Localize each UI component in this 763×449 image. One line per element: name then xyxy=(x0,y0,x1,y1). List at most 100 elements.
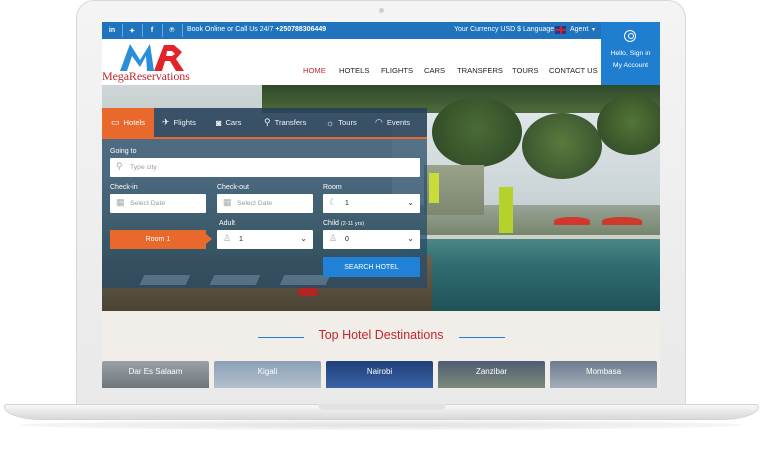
hero-tree xyxy=(432,97,522,167)
child-value: 0 xyxy=(345,236,349,243)
destination-card-zanzibar[interactable]: Zanzibar xyxy=(438,361,545,388)
top-bar: in ✦ f ℗ Book Online or Call Us 24/7 +25… xyxy=(102,22,660,39)
checkin-placeholder: Select Date xyxy=(130,200,166,207)
destination-name: Zanzibar xyxy=(475,367,508,376)
tab-transfers[interactable]: ⚲ Transfers xyxy=(264,108,324,137)
search-tabs: ▭ Hotels ✈ Flights ◙ Cars ⚲ Transfers ☼ … xyxy=(102,108,427,137)
tab-label: Events xyxy=(386,118,411,127)
child-age-note: (2-11 yrs) xyxy=(340,221,365,227)
hero-wall xyxy=(499,187,513,233)
twitter-icon[interactable]: ✦ xyxy=(122,22,142,39)
user-icon xyxy=(624,30,636,42)
nav-hotels[interactable]: HOTELS xyxy=(339,66,369,75)
child-select[interactable]: ♙ 0 ⌄ xyxy=(323,230,420,249)
currency-selector[interactable]: Your Currency USD $ xyxy=(454,26,521,33)
facebook-icon[interactable]: f xyxy=(142,22,162,39)
logo-text[interactable]: MegaReservations xyxy=(102,69,190,84)
title-line-right xyxy=(459,337,505,338)
checkout-label: Check-out xyxy=(217,184,249,191)
account-greeting: Hello, Sign in xyxy=(610,50,651,57)
tab-events[interactable]: ◠ Events xyxy=(375,108,425,137)
chevron-down-icon: ⌄ xyxy=(407,234,414,243)
linkedin-icon[interactable]: in xyxy=(102,22,122,39)
site-header: MegaReservations HOME HOTELS FLIGHTS CAR… xyxy=(102,39,660,85)
call-text: Book Online or Call Us 24/7 xyxy=(187,26,274,33)
tab-label: Cars xyxy=(225,118,242,127)
tour-icon: ☼ xyxy=(326,117,335,128)
calendar-icon: ▦ xyxy=(223,197,232,207)
nav-home[interactable]: HOME xyxy=(303,66,326,75)
hero-wall xyxy=(429,173,439,203)
destination-name: Nairobi xyxy=(366,367,393,376)
destination-name: Dar Es Salaam xyxy=(128,367,183,376)
hero-umbrella xyxy=(554,217,590,225)
language-selector[interactable]: Language xyxy=(523,26,554,33)
tab-underline xyxy=(102,137,427,139)
checkin-label: Check-in xyxy=(110,184,138,191)
divider xyxy=(182,24,183,37)
laptop-notch xyxy=(318,404,446,410)
checkout-date-input[interactable]: ▦ Select Date xyxy=(217,194,313,213)
hero-tree xyxy=(597,95,660,155)
tab-cars[interactable]: ◙ Cars xyxy=(216,108,256,137)
room-value: 1 xyxy=(345,200,349,207)
location-pin-icon: ⚲ xyxy=(116,161,123,171)
agent-menu[interactable]: Agent xyxy=(570,26,588,33)
laptop-mockup: in ✦ f ℗ Book Online or Call Us 24/7 +25… xyxy=(0,0,763,449)
checkin-date-input[interactable]: ▦ Select Date xyxy=(110,194,206,213)
tab-label: Tours xyxy=(338,118,357,127)
calendar-icon: ▦ xyxy=(116,197,125,207)
account-label: My Account xyxy=(612,62,649,69)
call-us-text: Book Online or Call Us 24/7 +25078830644… xyxy=(187,26,326,33)
search-hotel-button[interactable]: SEARCH HOTEL xyxy=(323,257,420,277)
adult-select[interactable]: ♙ 1 ⌄ xyxy=(217,230,313,249)
child-label-text: Child xyxy=(323,220,339,227)
adult-label: Adult xyxy=(219,220,235,227)
uk-flag-icon[interactable] xyxy=(555,26,566,34)
tab-flights[interactable]: ✈ Flights xyxy=(162,108,212,137)
destination-cards: Dar Es Salaam Kigali Nairobi Zanzibar Mo… xyxy=(102,361,660,388)
person-icon: ⚲ xyxy=(264,117,271,127)
child-person-icon: ♙ xyxy=(329,233,338,243)
car-icon: ◙ xyxy=(216,117,222,128)
chevron-down-icon[interactable]: ▾ xyxy=(592,26,595,33)
website-screen: in ✦ f ℗ Book Online or Call Us 24/7 +25… xyxy=(102,22,660,388)
tab-tours[interactable]: ☼ Tours xyxy=(326,108,366,137)
chevron-down-icon: ⌄ xyxy=(300,234,307,243)
chevron-down-icon: ⌄ xyxy=(407,198,414,207)
destination-card-dar-es-salaam[interactable]: Dar Es Salaam xyxy=(102,361,209,388)
destination-name: Kigali xyxy=(257,367,278,376)
bed-icon: ▭ xyxy=(111,117,120,127)
moon-icon: ☾ xyxy=(329,197,338,207)
destinations-title: Top Hotel Destinations xyxy=(318,328,444,342)
nav-flights[interactable]: FLIGHTS xyxy=(381,66,413,75)
nav-contact-us[interactable]: CONTACT US xyxy=(549,66,598,75)
camera-icon xyxy=(379,8,384,13)
hero-banner: ▭ Hotels ✈ Flights ◙ Cars ⚲ Transfers ☼ … xyxy=(102,85,660,311)
hero-umbrella xyxy=(602,217,642,225)
nav-tours[interactable]: TOURS xyxy=(512,66,538,75)
going-to-label: Going to xyxy=(110,148,137,155)
adult-person-icon: ♙ xyxy=(223,233,232,243)
destination-name: Mombasa xyxy=(585,367,622,376)
hero-tree xyxy=(522,113,602,179)
destination-card-kigali[interactable]: Kigali xyxy=(214,361,321,388)
nav-transfers[interactable]: TRANSFERS xyxy=(457,66,503,75)
destination-input[interactable]: ⚲ Type city xyxy=(110,158,420,177)
adult-value: 1 xyxy=(239,236,243,243)
checkout-placeholder: Select Date xyxy=(237,200,273,207)
hero-cushion xyxy=(298,287,318,296)
phone-number[interactable]: +250788306449 xyxy=(275,26,326,33)
room-select[interactable]: ☾ 1 ⌄ xyxy=(323,194,420,213)
tab-hotels[interactable]: ▭ Hotels xyxy=(102,108,154,137)
account-button[interactable]: Hello, Sign in My Account xyxy=(601,22,660,85)
hero-pool-edge xyxy=(402,235,660,239)
nav-cars[interactable]: CARS xyxy=(424,66,445,75)
room-1-button[interactable]: Room 1 xyxy=(110,230,212,249)
destination-card-nairobi[interactable]: Nairobi xyxy=(326,361,433,388)
child-label: Child (2-11 yrs) xyxy=(323,220,364,227)
tab-label: Hotels xyxy=(123,118,146,127)
tab-label: Flights xyxy=(173,118,196,127)
destination-card-mombasa[interactable]: Mombasa xyxy=(550,361,657,388)
pinterest-icon[interactable]: ℗ xyxy=(162,22,182,39)
